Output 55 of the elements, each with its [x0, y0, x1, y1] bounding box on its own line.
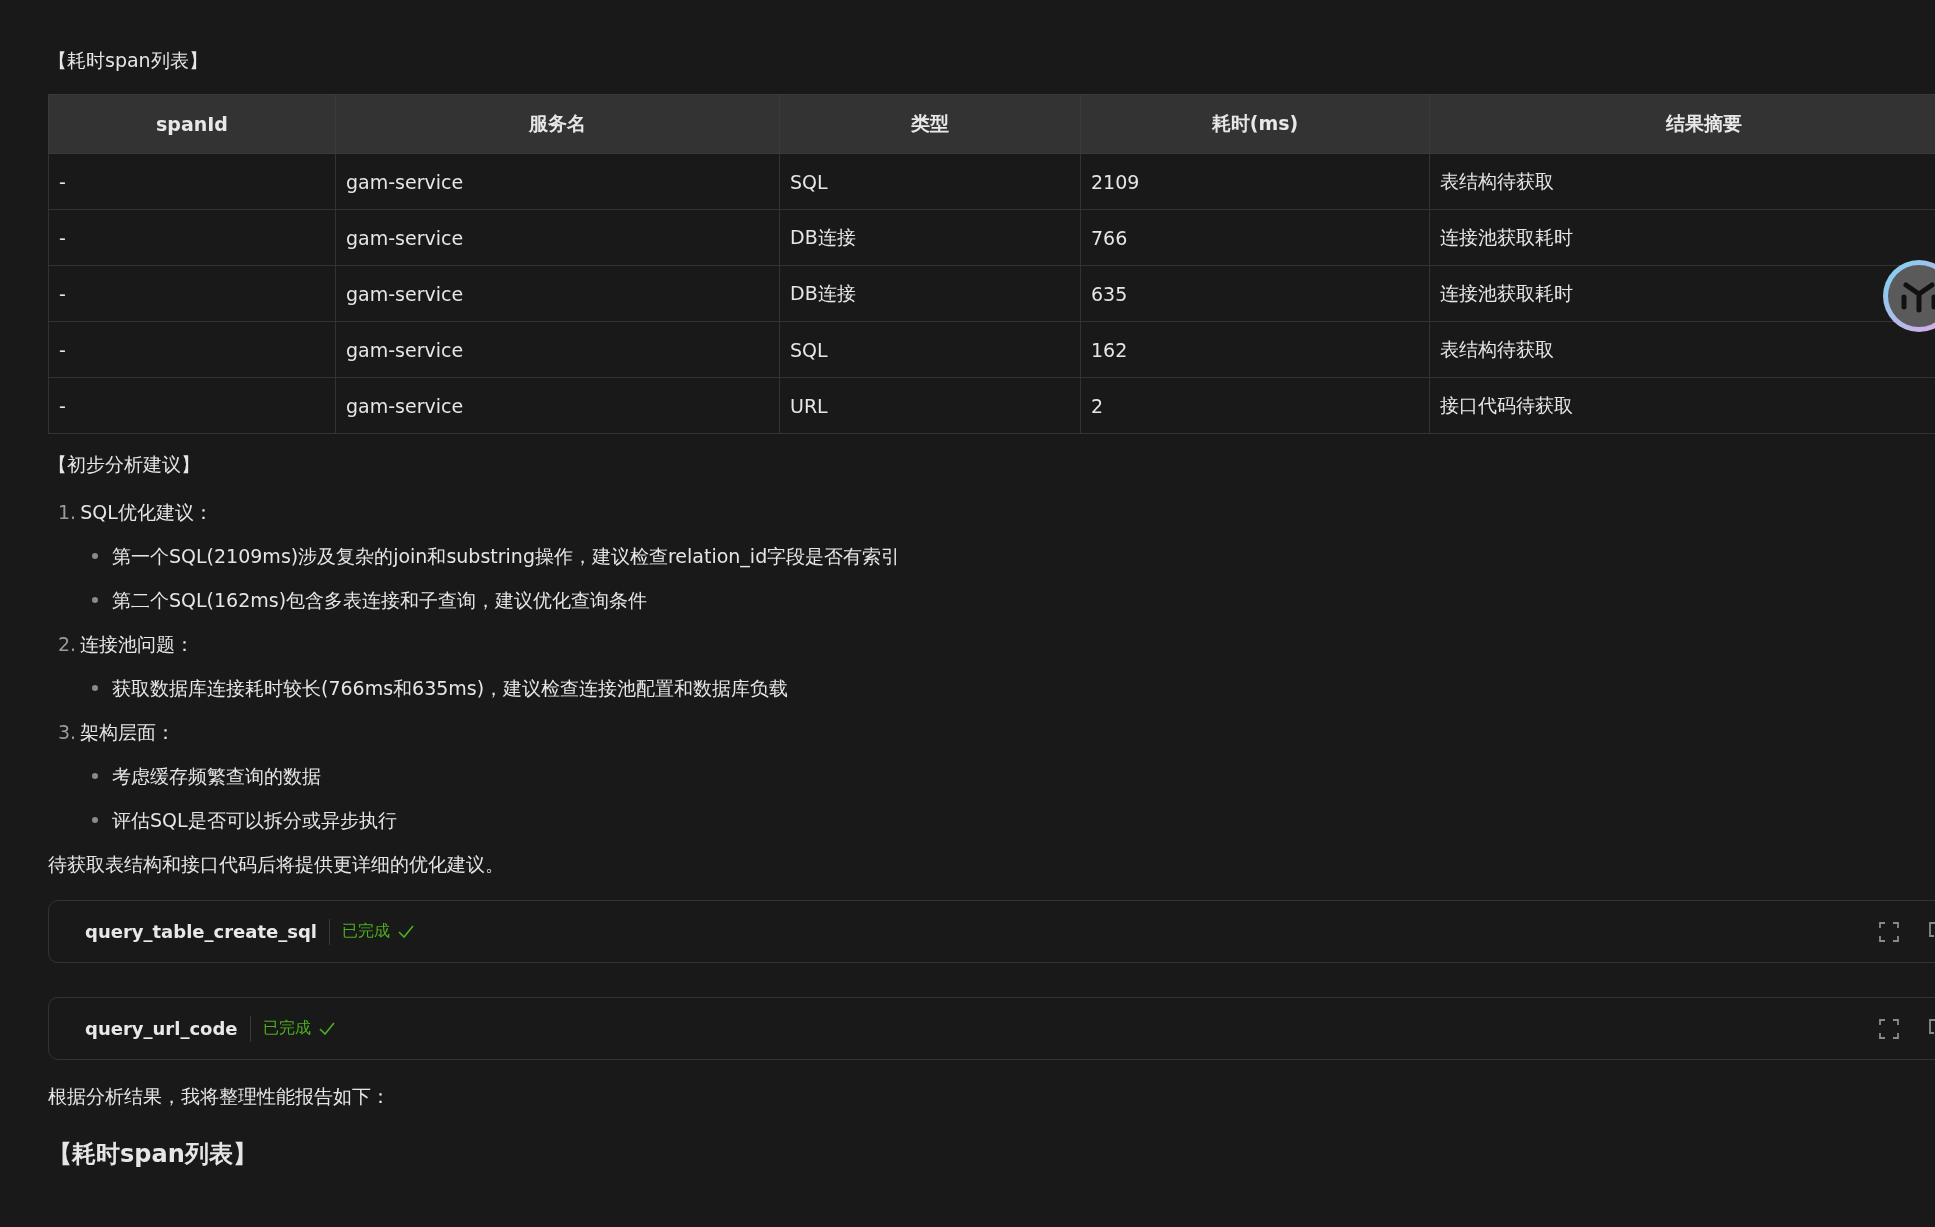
bullet-icon: [92, 773, 98, 779]
check-icon: [318, 1021, 335, 1036]
bullet-icon: [92, 685, 98, 691]
list-item-text: 架构层面：: [80, 720, 176, 745]
column-header: 类型: [779, 94, 1081, 154]
table-cell: 766: [1080, 209, 1430, 266]
list-item-text: 连接池问题：: [80, 632, 195, 657]
expand-icon[interactable]: [1879, 922, 1899, 942]
paragraph: 待获取表结构和接口代码后将提供更详细的优化建议。: [48, 852, 504, 877]
status-text: 已完成: [262, 1018, 311, 1039]
heading: 【耗时span列表】: [48, 1139, 257, 1170]
list-number: 2.: [58, 633, 77, 655]
paragraph: 根据分析结果，我将整理性能报告如下：: [48, 1084, 390, 1109]
check-icon: [398, 924, 414, 939]
column-header: spanId: [48, 94, 336, 154]
table-cell: -: [48, 209, 336, 266]
table-cell: -: [48, 265, 336, 322]
assistant-avatar[interactable]: [1883, 260, 1935, 332]
list-item-text: 获取数据库连接耗时较长(766ms和635ms)，建议检查连接池配置和数据库负载: [112, 676, 789, 701]
list-item-text: SQL优化建议：: [80, 500, 213, 525]
table-cell: -: [48, 153, 336, 210]
column-header: 耗时(ms): [1080, 94, 1430, 154]
table-cell: URL: [779, 377, 1081, 434]
list-item-text: 考虑缓存频繁查询的数据: [112, 764, 321, 789]
table-cell: 2: [1080, 377, 1430, 434]
list-item-text: 第二个SQL(162ms)包含多表连接和子查询，建议优化查询条件: [112, 588, 648, 613]
table-cell: -: [48, 377, 336, 434]
table-cell: gam-service: [335, 265, 780, 322]
table-cell: DB连接: [779, 209, 1081, 266]
bullet-icon: [92, 553, 98, 559]
table-cell: 2109: [1080, 153, 1430, 210]
table-cell: SQL: [779, 321, 1081, 378]
table-cell: gam-service: [335, 153, 780, 210]
list-item-text: 评估SQL是否可以拆分或异步执行: [112, 808, 397, 833]
table-cell: SQL: [779, 153, 1081, 210]
section-title: 【耗时span列表】: [48, 48, 208, 73]
list-item-text: 第一个SQL(2109ms)涉及复杂的join和substring操作，建议检查relation_id字段是否有索引: [112, 544, 901, 570]
column-header: 服务名: [335, 94, 780, 154]
table-cell: gam-service: [335, 377, 780, 434]
list-number: 1.: [58, 501, 77, 523]
table-cell: 635: [1080, 265, 1430, 322]
tool-name: query_url_code: [85, 1015, 251, 1042]
tool-name: query_table_create_sql: [85, 918, 330, 945]
table-cell: gam-service: [335, 209, 780, 266]
list-number: 3.: [58, 721, 77, 743]
section-title: 【初步分析建议】: [48, 452, 200, 477]
table-cell: -: [48, 321, 336, 378]
bullet-icon: [92, 817, 98, 823]
table-cell: DB连接: [779, 265, 1081, 322]
table-cell: 162: [1080, 321, 1430, 378]
column-header: 结果摘要: [1429, 94, 1935, 154]
bullet-icon: [92, 597, 98, 603]
status-text: 已完成: [342, 921, 390, 942]
expand-icon[interactable]: [1879, 1019, 1899, 1039]
table-cell: gam-service: [335, 321, 780, 378]
